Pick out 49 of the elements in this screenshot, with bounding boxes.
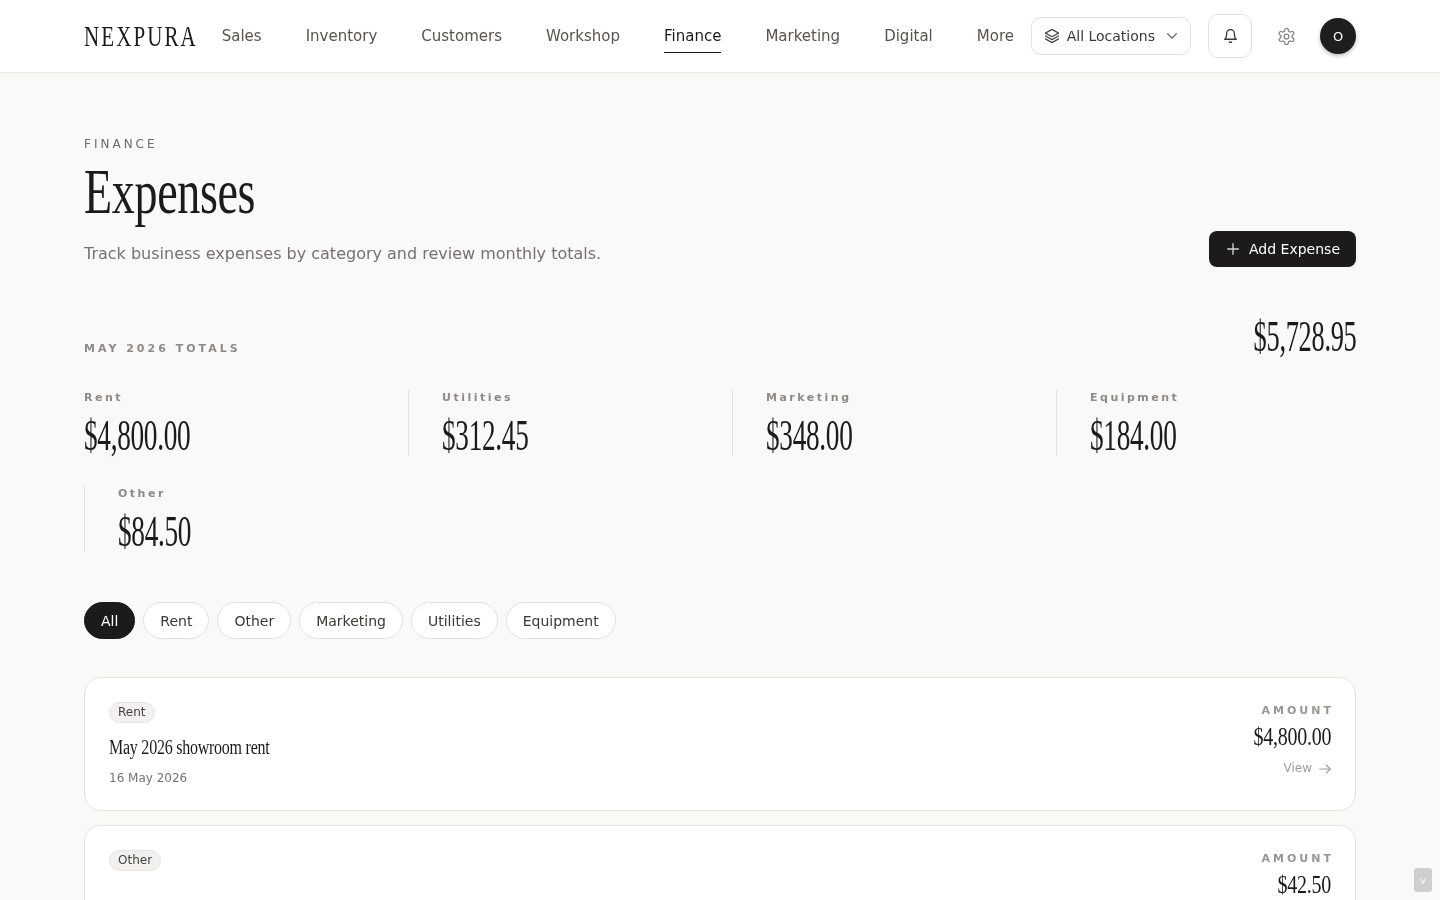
nav-tab[interactable]: Digital bbox=[884, 19, 933, 53]
expense-title: May 2026 showroom rent bbox=[109, 735, 270, 759]
notifications-button[interactable] bbox=[1208, 14, 1252, 58]
brand-logo: NEXPURA bbox=[84, 21, 198, 51]
nav-tab[interactable]: Workshop bbox=[545, 19, 620, 53]
category-tag: Other bbox=[109, 850, 162, 871]
nav-tab[interactable]: Sales bbox=[221, 19, 262, 53]
category-amount: $84.50 bbox=[118, 510, 192, 554]
category-label: Marketing bbox=[766, 391, 852, 405]
layers-icon bbox=[1044, 29, 1059, 43]
expense-date: 16 May 2026 bbox=[109, 771, 188, 786]
nav-tab[interactable]: Marketing bbox=[765, 19, 841, 53]
nav-tab[interactable]: Finance bbox=[664, 19, 722, 53]
filter-chip[interactable]: Utilities bbox=[411, 602, 498, 639]
category-label: Other bbox=[118, 487, 166, 501]
location-picker[interactable]: All Locations bbox=[1030, 17, 1191, 55]
amount-label: AMOUNT bbox=[1261, 704, 1334, 718]
category-amount: $312.45 bbox=[442, 414, 529, 458]
settings-icon[interactable] bbox=[1278, 27, 1295, 45]
filter-chip[interactable]: All bbox=[84, 602, 136, 639]
category-tag: Rent bbox=[109, 702, 155, 723]
category-amount: $348.00 bbox=[766, 414, 853, 458]
bell-icon bbox=[1223, 29, 1237, 43]
expense-card[interactable]: Rent May 2026 showroom rent 16 May 2026 AMOUNT $4,800.00 View bbox=[84, 677, 1356, 811]
arrow-right-icon bbox=[1319, 763, 1331, 774]
category-amount: $4,800.00 bbox=[84, 414, 191, 458]
expense-card[interactable]: Other AMOUNT $42.50 bbox=[84, 825, 1356, 900]
category-label: Equipment bbox=[1090, 391, 1180, 405]
filter-chip[interactable]: Other bbox=[217, 602, 292, 639]
section-eyebrow: FINANCE bbox=[84, 137, 158, 152]
amount-label: AMOUNT bbox=[1261, 852, 1334, 866]
category-label: Rent bbox=[84, 391, 124, 405]
page-subtitle: Track business expenses by category and review monthly totals. bbox=[84, 244, 602, 263]
nav-tab[interactable]: Customers bbox=[421, 19, 502, 53]
category-amount: $184.00 bbox=[1090, 414, 1177, 458]
user-avatar[interactable]: O bbox=[1320, 18, 1356, 54]
filter-chip[interactable]: Equipment bbox=[505, 602, 616, 639]
filter-chip[interactable]: Marketing bbox=[299, 602, 403, 639]
expense-amount: $42.50 bbox=[1277, 872, 1331, 898]
totals-amount: $5,728.95 bbox=[1253, 315, 1356, 359]
nav-tab[interactable]: Inventory bbox=[305, 19, 378, 53]
category-label: Utilities bbox=[442, 391, 514, 405]
filter-chip[interactable]: Rent bbox=[143, 602, 210, 639]
chevron-down-icon bbox=[1167, 33, 1177, 39]
plus-icon bbox=[1227, 243, 1240, 255]
add-expense-button[interactable]: Add Expense bbox=[1209, 231, 1356, 267]
totals-label: MAY 2026 TOTALS bbox=[84, 342, 241, 356]
nav-tab[interactable]: More bbox=[976, 19, 1014, 53]
expense-amount: $4,800.00 bbox=[1253, 724, 1331, 750]
